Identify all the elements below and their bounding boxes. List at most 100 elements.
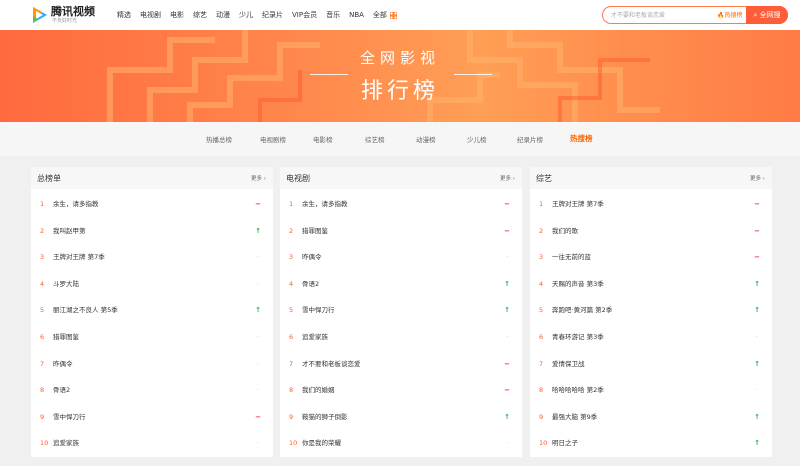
chevron-right-icon: › [263,176,266,182]
nav-item[interactable]: 综艺 [193,0,207,30]
tab[interactable]: 热搜榜 [570,133,593,144]
ranking-row[interactable]: 4 斗罗大陆 · [31,271,273,298]
search-input[interactable] [611,10,711,21]
show-title[interactable]: 哈哈哈哈哈 第2季 [552,386,604,394]
show-title[interactable]: 追爱家族 [53,439,79,447]
show-title[interactable]: 我们的歌 [552,227,578,235]
logo[interactable]: 腾讯视频 不负好时光 [31,5,111,27]
show-title[interactable]: 鞍猫的狮子倒影 [302,413,348,421]
show-title[interactable]: 雪中悍刀行 [53,413,86,421]
banner-title: 排行榜 [360,79,439,104]
show-title[interactable]: 我们的婚姻 [302,386,335,394]
ranking-row[interactable]: 10 你是我的荣耀 · [280,430,522,457]
ranking-row[interactable]: 6 追爱家族 · [280,324,522,351]
show-title[interactable]: 一往无前的蓝 [552,253,591,261]
nav-item[interactable]: 精选 [117,0,131,30]
nav-item[interactable]: 电视剧 [140,0,161,30]
arrow-up-icon: ↑ [754,439,760,448]
ranking-row[interactable]: 5 雪中悍刀行 ↑ [280,297,522,324]
ranking-row[interactable]: 10 明日之子 ↑ [530,430,772,457]
ranking-row[interactable]: 3 昨偶令 · [280,244,522,271]
ranking-row[interactable]: 4 骨语2 ↑ [280,271,522,298]
ranking-row[interactable]: 5 丽江湖之不良人 第5季 ↑ [31,297,273,324]
ranking-row[interactable]: 8 骨语2 · [31,377,273,404]
ranking-row[interactable]: 2 我们的歌 − [530,218,772,245]
ranking-row[interactable]: 2 猎罪图鉴 − [280,218,522,245]
minus-icon: − [754,226,760,235]
show-title[interactable]: 才不要和老板谈恋爱 [302,360,361,368]
ranking-row[interactable]: 9 最强大脑 第9季 ↑ [530,404,772,431]
show-title[interactable]: 爱情保卫战 [552,360,585,368]
tab[interactable]: 动漫榜 [416,134,436,144]
tab[interactable]: 少儿榜 [467,134,487,144]
search-button[interactable]: ⌕ 全网搜 [746,6,788,24]
more-link[interactable]: 更多 › [251,174,266,182]
show-title[interactable]: 斗罗大陆 [53,280,79,288]
tab[interactable]: 电视剧榜 [260,134,286,144]
more-link[interactable]: 更多 › [500,174,515,182]
arrow-up-icon: ↑ [504,306,510,315]
show-title[interactable]: 余生，请多指教 [53,200,99,208]
nav-item[interactable]: NBA [349,0,364,30]
arrow-up-icon: ↑ [754,412,760,421]
ranking-row[interactable]: 7 昨偶令 · [31,351,273,378]
show-title[interactable]: 最强大脑 第9季 [552,413,597,421]
hot-search-link[interactable]: 🔥热搜榜 [717,10,743,21]
ranking-row[interactable]: 9 雪中悍刀行 − [31,404,273,431]
ranking-row[interactable]: 4 天赐的声音 第3季 ↑ [530,271,772,298]
show-title[interactable]: 丽江湖之不良人 第5季 [53,306,118,314]
show-title[interactable]: 余生，请多指教 [302,200,348,208]
show-title[interactable]: 明日之子 [552,439,578,447]
show-title[interactable]: 骨语2 [53,386,70,394]
nav-item[interactable]: 少儿 [239,0,253,30]
ranking-row[interactable]: 7 才不要和老板谈恋爱 − [280,351,522,378]
ranking-row[interactable]: 8 哈哈哈哈哈 第2季 · [530,377,772,404]
rank-number: 1 [40,200,45,208]
ranking-row[interactable]: 8 我们的婚姻 − [280,377,522,404]
ranking-panel-variety: 综艺 更多 › 1 王牌对王牌 第7季 − 2 我们的歌 − 3 一往无前的蓝 − 4 天赐的声音 第3… [530,167,772,457]
dot-icon: · [256,359,260,368]
nav-item[interactable]: 音乐 [326,0,340,30]
ranking-row[interactable]: 6 猎罪图鉴 · [31,324,273,351]
more-link[interactable]: 更多 › [750,174,765,182]
show-title[interactable]: 追爱家族 [302,333,328,341]
rank-number: 6 [289,333,294,341]
ranking-row[interactable]: 5 奔跑吧·黄河篇 第2季 ↑ [530,297,772,324]
ranking-row[interactable]: 1 余生，请多指教 − [280,191,522,218]
ranking-row[interactable]: 1 余生，请多指教 − [31,191,273,218]
ranking-row[interactable]: 1 王牌对王牌 第7季 − [530,191,772,218]
tab[interactable]: 电影榜 [313,134,333,144]
show-title[interactable]: 王牌对王牌 第7季 [53,253,105,261]
tab[interactable]: 纪录片榜 [517,134,543,144]
ranking-row[interactable]: 10 追爱家族 · [31,430,273,457]
nav-item[interactable]: 电影 [170,0,184,30]
show-title[interactable]: 骨语2 [302,280,319,288]
ranking-row[interactable]: 2 我叫赵甲第 ↑ [31,218,273,245]
nav-item[interactable]: VIP会员 [292,0,317,30]
rank-number: 9 [539,412,544,421]
show-title[interactable]: 王牌对王牌 第7季 [552,200,604,208]
tab[interactable]: 综艺榜 [365,134,385,144]
show-title[interactable]: 天赐的声音 第3季 [552,280,604,288]
nav-item[interactable]: 纪录片 [262,0,283,30]
show-title[interactable]: 雪中悍刀行 [302,306,335,314]
show-title[interactable]: 你是我的荣耀 [302,439,341,447]
show-title[interactable]: 我叫赵甲第 [53,227,86,235]
grid-icon[interactable] [389,11,397,19]
show-title[interactable]: 青春环游记 第3季 [552,333,604,341]
nav-item-all[interactable]: 全部 [373,0,387,30]
nav-item[interactable]: 动漫 [216,0,230,30]
show-title[interactable]: 昨偶令 [53,360,73,368]
ranking-row[interactable]: 7 爱情保卫战 ↑ [530,351,772,378]
dot-icon: · [256,253,260,262]
ranking-row[interactable]: 3 王牌对王牌 第7季 · [31,244,273,271]
ranking-row[interactable]: 9 鞍猫的狮子倒影 ↑ [280,404,522,431]
show-title[interactable]: 昨偶令 [302,253,322,261]
rank-number: 3 [539,253,544,262]
show-title[interactable]: 猎罪图鉴 [53,333,79,341]
ranking-row[interactable]: 3 一往无前的蓝 − [530,244,772,271]
show-title[interactable]: 猎罪图鉴 [302,227,328,235]
tab[interactable]: 热播总榜 [206,134,232,144]
show-title[interactable]: 奔跑吧·黄河篇 第2季 [552,306,612,314]
ranking-row[interactable]: 6 青春环游记 第3季 · [530,324,772,351]
